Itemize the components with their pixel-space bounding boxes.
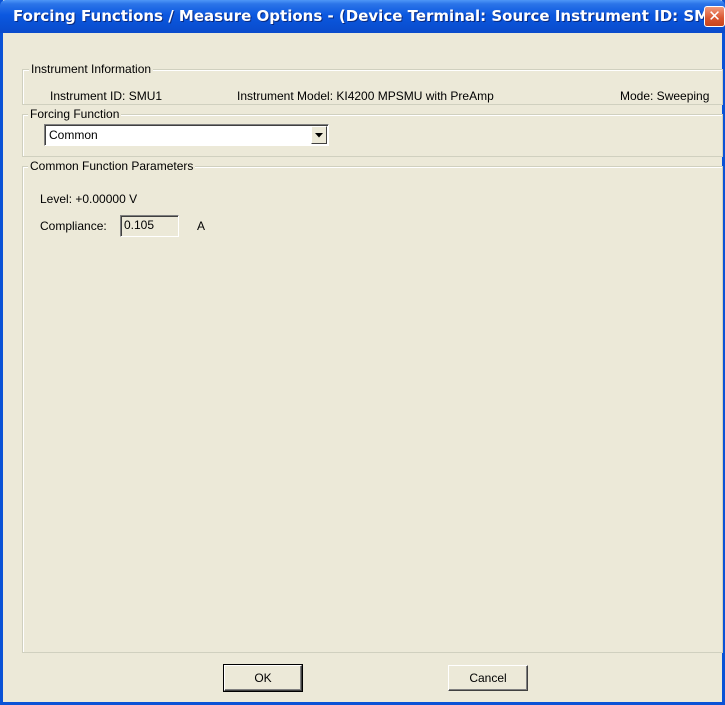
common-params-group: Common Function Parameters Level: +0.000… xyxy=(22,159,723,653)
dialog-window: Forcing Functions / Measure Options - (D… xyxy=(0,0,725,705)
forcing-function-group: Forcing Function Common xyxy=(22,107,723,157)
compliance-input[interactable]: 0.105 xyxy=(120,215,179,237)
forcing-function-select[interactable]: Common xyxy=(44,124,329,146)
ok-button[interactable]: OK xyxy=(223,664,303,692)
forcing-function-value: Common xyxy=(49,128,98,142)
cancel-button-label: Cancel xyxy=(469,671,507,685)
compliance-label: Compliance: xyxy=(40,219,107,233)
instrument-id-label: Instrument ID: SMU1 xyxy=(50,89,163,103)
title-bar[interactable]: Forcing Functions / Measure Options - (D… xyxy=(0,0,725,33)
instrument-info-group: Instrument Information Instrument ID: SM… xyxy=(22,62,723,105)
instrument-model-label: Instrument Model: KI4200 MPSMU with PreA… xyxy=(237,89,494,103)
level-label: Level: +0.00000 V xyxy=(40,192,138,206)
dropdown-arrow-button[interactable] xyxy=(311,126,327,144)
close-icon[interactable]: ✕ xyxy=(704,6,725,27)
cancel-button[interactable]: Cancel xyxy=(448,665,528,691)
instrument-info-legend: Instrument Information xyxy=(29,62,154,76)
forcing-function-legend: Forcing Function xyxy=(28,107,122,121)
chevron-down-icon xyxy=(315,133,323,138)
mode-label: Mode: Sweeping xyxy=(620,89,710,103)
common-params-legend: Common Function Parameters xyxy=(28,159,196,173)
compliance-unit-label: A xyxy=(197,219,206,233)
window-title: Forcing Functions / Measure Options - (D… xyxy=(13,7,725,25)
ok-button-label: OK xyxy=(254,671,272,685)
